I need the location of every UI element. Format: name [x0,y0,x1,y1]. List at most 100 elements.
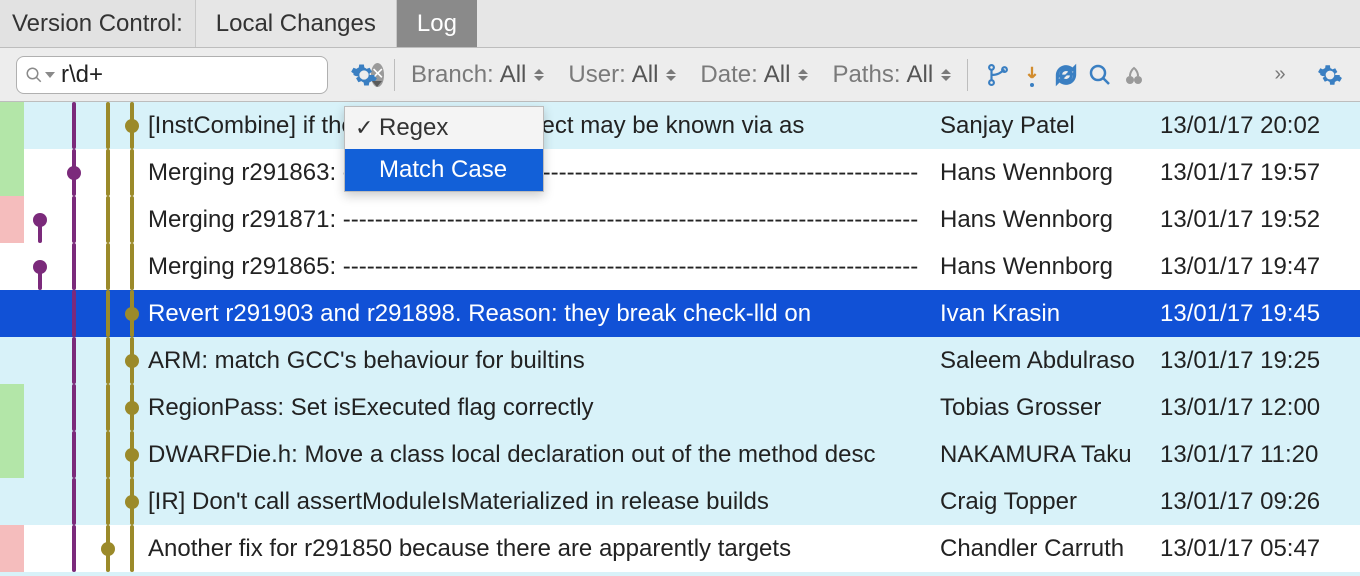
dropdown-item-match-case[interactable]: Match Case [345,149,543,191]
commit-message: Revert r291903 and r291898. Reason: they… [144,300,940,328]
gutter [0,525,24,572]
updown-icon [666,69,676,81]
commit-date: 13/01/17 19:52 [1160,206,1360,234]
dropdown-item-label: Match Case [379,156,507,184]
commit-row[interactable]: ARM: match GCC's behaviour for builtinsS… [0,337,1360,384]
commit-node-icon [33,213,47,227]
commit-row[interactable]: [InstCombine] if the condition of a sele… [0,102,1360,149]
branch-filter-label: Branch: [411,61,494,89]
commit-node-icon [101,542,115,556]
commit-date: 13/01/17 09:26 [1160,488,1360,516]
branches-icon[interactable] [984,61,1012,89]
log-toolbar: ✕ Branch: All User: All Date: All Paths:… [0,48,1360,102]
search-icon [25,66,43,84]
commit-node-icon [125,495,139,509]
commit-node-icon [125,354,139,368]
commit-node-icon [67,166,81,180]
user-filter-value: All [632,61,659,89]
commit-date: 13/01/17 19:47 [1160,253,1360,281]
commit-row[interactable]: Revert r291903 and r291898. Reason: they… [0,290,1360,337]
commit-date: 13/01/17 19:25 [1160,347,1360,375]
commit-graph [24,525,144,572]
updown-icon [534,69,544,81]
gutter [0,290,24,337]
commit-message: Another fix for r291850 because there ar… [144,535,940,563]
search-input[interactable] [61,61,371,89]
search-field[interactable]: ✕ [16,56,328,94]
search-options-gear-icon[interactable] [350,61,378,89]
branch-filter-value: All [500,61,527,89]
commit-date: 13/01/17 11:20 [1160,441,1360,469]
commit-node-icon [125,119,139,133]
user-filter-label: User: [568,61,625,89]
separator [967,59,968,91]
commit-date: 13/01/17 20:02 [1160,112,1360,140]
download-arrow-icon[interactable] [1018,61,1046,89]
commit-date: 13/01/17 19:45 [1160,300,1360,328]
tab-log[interactable]: Log [397,0,477,47]
commit-message: DWARFDie.h: Move a class local declarati… [144,441,940,469]
commit-row[interactable]: Merging r291863: -----------------------… [0,149,1360,196]
updown-icon [941,69,951,81]
date-filter-label: Date: [700,61,757,89]
tab-local-changes[interactable]: Local Changes [196,0,397,47]
dropdown-item-regex[interactable]: ✓ Regex [345,107,543,149]
commit-row[interactable]: [IR] Don't call assertModuleIsMaterializ… [0,478,1360,525]
commit-node-icon [125,448,139,462]
commit-message: [IR] Don't call assertModuleIsMaterializ… [144,488,940,516]
commit-row[interactable]: Merging r291865: -----------------------… [0,243,1360,290]
commit-node-icon [33,260,47,274]
commit-graph [24,337,144,384]
commit-date: 13/01/17 12:00 [1160,394,1360,422]
gutter [0,243,24,290]
commit-node-icon [125,401,139,415]
commit-row[interactable]: DWARFDie.h: Move a class local declarati… [0,431,1360,478]
commit-message: Merging r291871: -----------------------… [144,206,940,234]
date-filter-value: All [764,61,791,89]
commit-author: Craig Topper [940,488,1160,516]
check-icon: ✓ [355,115,379,141]
search-history-caret-icon[interactable] [45,72,55,78]
commit-graph [24,384,144,431]
more-icon[interactable]: » [1266,61,1294,89]
commit-author: Chandler Carruth [940,535,1160,563]
commit-date: 13/01/17 19:57 [1160,159,1360,187]
settings-gear-icon[interactable] [1316,61,1344,89]
gutter [0,384,24,431]
commit-message: Merging r291865: -----------------------… [144,253,940,281]
commit-graph [24,478,144,525]
commit-graph [24,196,144,243]
commit-message: ARM: match GCC's behaviour for builtins [144,347,940,375]
paths-filter-label: Paths: [832,61,900,89]
dropdown-item-label: Regex [379,114,448,142]
date-filter[interactable]: Date: All [700,61,808,89]
commit-row[interactable]: Merging r291871: -----------------------… [0,196,1360,243]
commit-author: Ivan Krasin [940,300,1160,328]
gutter [0,431,24,478]
commit-row[interactable]: Another fix for r291850 because there ar… [0,525,1360,572]
gutter [0,478,24,525]
user-filter[interactable]: User: All [568,61,676,89]
commit-log[interactable]: [InstCombine] if the condition of a sele… [0,102,1360,576]
gutter [0,149,24,196]
commit-graph [24,431,144,478]
gutter [0,196,24,243]
commit-row[interactable]: RegionPass: Set isExecuted flag correctl… [0,384,1360,431]
separator [394,59,395,91]
zoom-icon[interactable] [1086,61,1114,89]
paths-filter-value: All [907,61,934,89]
refresh-icon[interactable] [1052,61,1080,89]
branch-filter[interactable]: Branch: All [411,61,544,89]
gutter [0,102,24,149]
gutter [0,337,24,384]
commit-author: Hans Wennborg [940,159,1160,187]
commit-author: Sanjay Patel [940,112,1160,140]
paths-filter[interactable]: Paths: All [832,61,951,89]
commit-author: Saleem Abdulraso [940,347,1160,375]
cherry-pick-icon[interactable] [1120,61,1148,89]
commit-message: RegionPass: Set isExecuted flag correctl… [144,394,940,422]
commit-graph [24,243,144,290]
commit-graph [24,102,144,149]
commit-date: 13/01/17 05:47 [1160,535,1360,563]
commit-author: Hans Wennborg [940,206,1160,234]
